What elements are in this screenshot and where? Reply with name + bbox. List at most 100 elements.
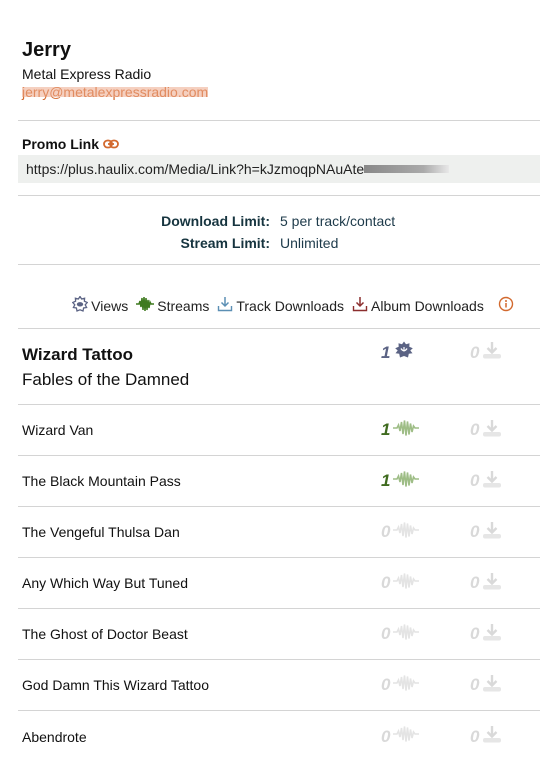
- track-row: The Black Mountain Pass 1 0: [18, 456, 540, 507]
- download-limit-label: Download Limit:: [161, 213, 270, 229]
- track-download-icon: [217, 296, 233, 315]
- track-downloads-count: 0: [470, 420, 480, 439]
- track-row: The Vengeful Thulsa Dan 0 0: [18, 507, 540, 558]
- track-downloads-stat: 0: [470, 623, 502, 646]
- streams-icon: [393, 674, 420, 697]
- download-icon: [482, 572, 502, 595]
- download-icon: [482, 725, 502, 748]
- contact-report: Jerry Metal Express Radio jerry@metalexp…: [18, 0, 540, 762]
- track-streams-count: 1: [381, 471, 391, 490]
- track-streams-count: 0: [381, 522, 391, 541]
- track-streams-stat: 1: [381, 470, 420, 493]
- download-icon: [482, 341, 502, 364]
- album-title: Fables of the Damned: [22, 370, 190, 389]
- stats-legend: Views Streams Track Downloads Album Down…: [18, 265, 540, 329]
- download-limit-row: Download Limit: 5 per track/contact: [18, 210, 540, 232]
- stream-limit-label: Stream Limit:: [180, 235, 270, 251]
- track-title: Any Which Way But Tuned: [22, 575, 188, 591]
- track-streams-count: 1: [381, 420, 391, 439]
- track-title: The Vengeful Thulsa Dan: [22, 524, 180, 540]
- track-downloads-stat: 0: [470, 572, 502, 595]
- track-streams-stat: 0: [381, 725, 420, 748]
- contact-section: Jerry Metal Express Radio jerry@metalexp…: [18, 0, 540, 121]
- track-downloads-count: 0: [470, 471, 480, 490]
- track-downloads-stat: 0: [470, 470, 502, 493]
- album-artist: Wizard Tattoo: [22, 345, 133, 364]
- legend-streams-label: Streams: [157, 297, 210, 314]
- track-downloads-stat: 0: [470, 725, 502, 748]
- download-icon: [482, 623, 502, 646]
- track-downloads-count: 0: [470, 522, 480, 541]
- legend-album-downloads-label: Album Downloads: [371, 297, 484, 314]
- track-downloads-stat: 0: [470, 674, 502, 697]
- link-icon[interactable]: [103, 135, 119, 153]
- track-downloads-stat: 0: [470, 419, 502, 442]
- track-downloads-stat: 0: [470, 521, 502, 544]
- legend-views-label: Views: [91, 297, 129, 314]
- redaction-mask: [364, 165, 450, 173]
- streams-icon: [393, 419, 420, 442]
- streams-icon: [393, 521, 420, 544]
- promo-title-text: Promo Link: [22, 136, 100, 152]
- contact-name: Jerry: [22, 39, 71, 61]
- promo-section: Promo Link https://plus.haulix.com/Media…: [18, 121, 540, 196]
- track-row: The Ghost of Doctor Beast 0 0: [18, 609, 540, 660]
- track-streams-count: 0: [381, 675, 391, 694]
- album-row: Wizard Tattoo Fables of the Damned 1 0: [18, 329, 540, 405]
- streams-icon: [393, 572, 420, 595]
- track-downloads-count: 0: [470, 675, 480, 694]
- track-streams-stat: 0: [381, 623, 420, 646]
- streams-icon: [393, 470, 420, 493]
- track-title: Wizard Van: [22, 422, 94, 438]
- download-icon: [482, 470, 502, 493]
- promo-link-field[interactable]: https://plus.haulix.com/Media/Link?h=kJz…: [18, 155, 540, 183]
- redaction-blur: [22, 87, 209, 97]
- promo-link-url: https://plus.haulix.com/Media/Link?h=kJz…: [26, 161, 365, 177]
- track-row: Any Which Way But Tuned 0 0: [18, 558, 540, 609]
- legend-views: Views: [71, 295, 129, 315]
- download-icon: [482, 674, 502, 697]
- stream-limit-value: Unlimited: [280, 235, 339, 251]
- contact-email[interactable]: jerry@metalexpressradio.com: [22, 83, 209, 101]
- track-title: Abendrote: [22, 728, 87, 745]
- views-icon: [393, 341, 415, 364]
- promo-title: Promo Link: [18, 135, 540, 153]
- album-views-count: 1: [381, 342, 391, 362]
- download-limit-value: 5 per track/contact: [280, 213, 396, 229]
- track-row: God Damn This Wizard Tattoo 0 0: [18, 660, 540, 711]
- track-streams-stat: 0: [381, 521, 420, 544]
- album-downloads-count: 0: [470, 342, 480, 362]
- track-downloads-count: 0: [470, 624, 480, 643]
- track-downloads-count: 0: [470, 573, 480, 592]
- track-title: The Ghost of Doctor Beast: [22, 626, 188, 642]
- streams-icon: [393, 623, 420, 646]
- streams-icon: [393, 725, 420, 748]
- download-icon: [482, 521, 502, 544]
- track-streams-count: 0: [381, 726, 391, 746]
- track-row: Abendrote 0 0: [18, 711, 540, 762]
- track-streams-count: 0: [381, 624, 391, 643]
- legend-track-downloads-label: Track Downloads: [236, 297, 344, 314]
- download-icon: [482, 419, 502, 442]
- track-row: Wizard Van 1 0: [18, 405, 540, 456]
- track-streams-count: 0: [381, 573, 391, 592]
- track-streams-stat: 0: [381, 674, 420, 697]
- album-downloads-stat: 0: [470, 341, 502, 364]
- stream-limit-row: Stream Limit: Unlimited: [18, 232, 540, 254]
- contact-organization: Metal Express Radio: [22, 66, 152, 82]
- track-downloads-count: 0: [470, 726, 480, 746]
- album-download-icon: [352, 296, 368, 315]
- track-title: The Black Mountain Pass: [22, 473, 181, 489]
- track-title: God Damn This Wizard Tattoo: [22, 677, 210, 693]
- legend-track-downloads: Track Downloads: [217, 296, 344, 315]
- legend-streams: Streams: [136, 296, 209, 315]
- track-streams-stat: 0: [381, 572, 420, 595]
- info-icon[interactable]: [498, 296, 514, 315]
- track-streams-stat: 1: [381, 419, 420, 442]
- views-icon: [71, 295, 89, 315]
- legend-album-downloads: Album Downloads: [352, 296, 484, 315]
- streams-icon: [136, 296, 155, 315]
- track-list: Wizard Van 1 0 The Black Mountain Pass 1 0 The…: [18, 405, 540, 762]
- limits-section: Download Limit: 5 per track/contact Stre…: [18, 196, 540, 265]
- album-views-stat: 1: [381, 341, 415, 364]
